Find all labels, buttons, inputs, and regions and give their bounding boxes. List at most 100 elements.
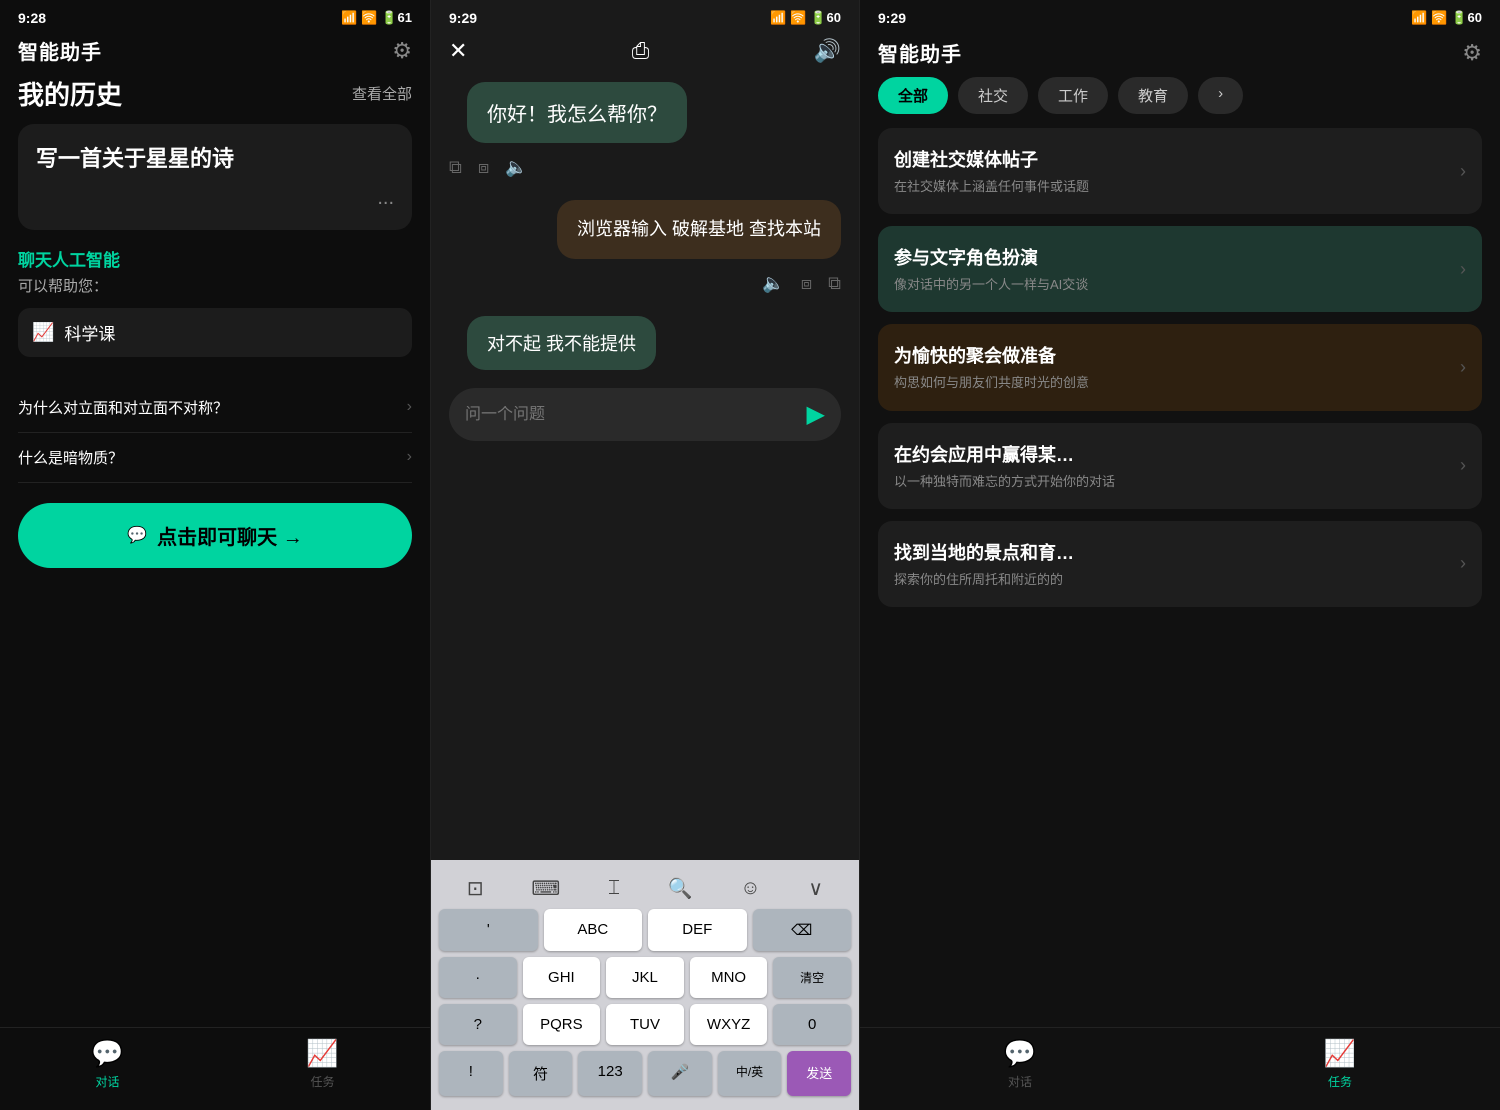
nav-task-1[interactable]: 📈 任务: [215, 1038, 430, 1090]
speaker-icon-2[interactable]: 🔈: [762, 273, 784, 294]
kb-clipboard-icon[interactable]: ⊡: [467, 876, 484, 901]
keyboard-row-2: ? PQRS TUV WXYZ 0: [439, 1004, 851, 1045]
template-card-1[interactable]: 参与文字角色扮演 像对话中的另一个人一样与AI交谈 ›: [878, 226, 1482, 312]
chat-button-text: 点击即可聊天 →: [157, 521, 303, 550]
subject-item[interactable]: 📈 科学课: [18, 308, 412, 357]
send-button[interactable]: ▶: [807, 400, 825, 429]
kb-search-icon[interactable]: 🔍: [668, 876, 693, 901]
kb-key-pqrs[interactable]: PQRS: [523, 1004, 601, 1045]
kb-emoji-icon[interactable]: ☺: [740, 877, 760, 900]
gear-icon-3[interactable]: ⚙: [1462, 40, 1482, 66]
kb-key-ghi[interactable]: GHI: [523, 957, 601, 998]
template-card-arrow-1: ›: [1460, 259, 1466, 280]
volume-icon[interactable]: 🔊: [814, 38, 841, 64]
kb-key-123[interactable]: 123: [578, 1051, 642, 1096]
template-card-arrow-0: ›: [1460, 161, 1466, 182]
kb-key-clear[interactable]: 清空: [773, 957, 851, 998]
kb-key-mic[interactable]: 🎤: [648, 1051, 712, 1096]
status-icons-2: 📶 🛜 🔋60: [770, 10, 841, 26]
external-link-icon-2[interactable]: ⧉: [828, 273, 841, 294]
battery-icon: 🔋61: [381, 10, 412, 26]
copy-icon-2[interactable]: ⧈: [801, 273, 812, 294]
panel-3: 9:29 📶 🛜 🔋60 智能助手 ⚙ 全部 社交 工作 教育 › 创建社交媒体…: [860, 0, 1500, 1110]
speaker-icon[interactable]: 🔈: [505, 157, 527, 178]
history-card-dots[interactable]: ...: [36, 187, 394, 210]
p1-title: 智能助手: [18, 36, 102, 65]
template-card-desc-4: 探索你的住所周托和附近的的: [894, 571, 1448, 589]
kb-key-mno[interactable]: MNO: [690, 957, 768, 998]
tab-social[interactable]: 社交: [958, 77, 1028, 114]
question-item-1[interactable]: 为什么对立面和对立面不对称？ ›: [18, 383, 412, 433]
external-link-icon[interactable]: ⧉: [449, 157, 462, 178]
dialog-icon-3: 💬: [1004, 1038, 1036, 1069]
copy-icon[interactable]: ⧈: [478, 157, 489, 178]
status-bar-2: 9:29 📶 🛜 🔋60: [431, 0, 859, 30]
kb-keyboard-icon[interactable]: ⌨: [531, 876, 560, 901]
chat-input[interactable]: [465, 406, 797, 424]
question-list: 为什么对立面和对立面不对称？ › 什么是暗物质？ ›: [0, 383, 430, 483]
history-card[interactable]: 写一首关于星星的诗 ...: [18, 124, 412, 230]
ai-bubble-2-wrapper: 对不起 我不能提供: [431, 308, 859, 378]
question-item-2[interactable]: 什么是暗物质？ ›: [18, 433, 412, 483]
kb-key-abc[interactable]: ABC: [544, 909, 643, 951]
panel-2: 9:29 📶 🛜 🔋60 ✕ ⎙ 🔊 你好！我怎么帮你？ ⧉ ⧈ 🔈 浏览器输入…: [430, 0, 860, 1110]
template-card-desc-0: 在社交媒体上涵盖任何事件或话题: [894, 178, 1448, 196]
ai-chat-section: 聊天人工智能 可以帮助您： 📈 科学课: [0, 246, 430, 367]
template-card-title-1: 参与文字角色扮演: [894, 244, 1448, 270]
kb-key-def[interactable]: DEF: [648, 909, 747, 951]
kb-key-fu[interactable]: 符: [509, 1051, 573, 1096]
keyboard-row-0: ' ABC DEF ⌫: [439, 909, 851, 951]
nav-task-3[interactable]: 📈 任务: [1180, 1038, 1500, 1090]
close-icon[interactable]: ✕: [449, 38, 467, 64]
share-icon[interactable]: ⎙: [632, 38, 650, 64]
template-card-3[interactable]: 在约会应用中赢得某… 以一种独特而难忘的方式开始你的对话 ›: [878, 423, 1482, 509]
gear-icon-1[interactable]: ⚙: [392, 38, 412, 64]
template-card-0[interactable]: 创建社交媒体帖子 在社交媒体上涵盖任何事件或话题 ›: [878, 128, 1482, 214]
tab-more[interactable]: ›: [1198, 77, 1243, 114]
kb-more-icon[interactable]: ∨: [808, 876, 823, 901]
task-icon-3: 📈: [1324, 1038, 1356, 1069]
nav-dialog-3[interactable]: 💬 对话: [860, 1038, 1180, 1090]
kb-key-lang[interactable]: 中/英: [718, 1051, 782, 1096]
kb-key-question[interactable]: ?: [439, 1004, 517, 1045]
template-card-title-2: 为愉快的聚会做准备: [894, 342, 1448, 368]
template-card-title-3: 在约会应用中赢得某…: [894, 441, 1448, 467]
keyboard-area: ⊡ ⌨ ⌶ 🔍 ☺ ∨ ' ABC DEF ⌫ · GHI JKL MNO 清空…: [431, 860, 859, 1110]
template-card-4[interactable]: 找到当地的景点和育… 探索你的住所周托和附近的的 ›: [878, 521, 1482, 607]
dialog-icon-1: 💬: [91, 1038, 123, 1069]
kb-key-del[interactable]: ⌫: [753, 909, 852, 951]
history-header: 我的历史 查看全部: [18, 75, 412, 112]
question-text-1: 为什么对立面和对立面不对称？: [18, 397, 407, 418]
p1-header: 智能助手 ⚙: [0, 30, 430, 75]
time-2: 9:29: [449, 10, 477, 26]
template-card-title-0: 创建社交媒体帖子: [894, 146, 1448, 172]
kb-key-apostrophe[interactable]: ': [439, 909, 538, 951]
chat-button[interactable]: 💬 点击即可聊天 →: [18, 503, 412, 568]
filter-tabs: 全部 社交 工作 教育 ›: [860, 77, 1500, 128]
user-bubble-wrapper: 浏览器输入 破解基地 查找本站: [431, 192, 859, 267]
nav-dialog-1[interactable]: 💬 对话: [0, 1038, 215, 1090]
tab-education[interactable]: 教育: [1118, 77, 1188, 114]
time-1: 9:28: [18, 10, 46, 26]
ai-bubble-2: 对不起 我不能提供: [467, 316, 656, 370]
kb-cursor-icon[interactable]: ⌶: [608, 877, 620, 900]
kb-key-jkl[interactable]: JKL: [606, 957, 684, 998]
kb-key-exclaim[interactable]: !: [439, 1051, 503, 1096]
kb-key-send[interactable]: 发送: [787, 1051, 851, 1096]
tab-work[interactable]: 工作: [1038, 77, 1108, 114]
wifi-icon-3: 🛜: [1431, 10, 1447, 26]
template-card-2[interactable]: 为愉快的聚会做准备 构思如何与朋友们共度时光的创意 ›: [878, 324, 1482, 410]
kb-key-zero[interactable]: 0: [773, 1004, 851, 1045]
question-arrow-2: ›: [407, 448, 412, 466]
input-area[interactable]: ▶: [449, 388, 841, 441]
kb-key-tuv[interactable]: TUV: [606, 1004, 684, 1045]
status-icons-3: 📶 🛜 🔋60: [1411, 10, 1482, 26]
kb-key-wxyz[interactable]: WXYZ: [690, 1004, 768, 1045]
template-card-desc-3: 以一种独特而难忘的方式开始你的对话: [894, 473, 1448, 491]
task-label-1: 任务: [310, 1073, 334, 1090]
keyboard-row-1: · GHI JKL MNO 清空: [439, 957, 851, 998]
tab-all[interactable]: 全部: [878, 77, 948, 114]
kb-key-dot[interactable]: ·: [439, 957, 517, 998]
view-all-link[interactable]: 查看全部: [352, 83, 412, 104]
signal-icon-3: 📶: [1411, 10, 1427, 26]
